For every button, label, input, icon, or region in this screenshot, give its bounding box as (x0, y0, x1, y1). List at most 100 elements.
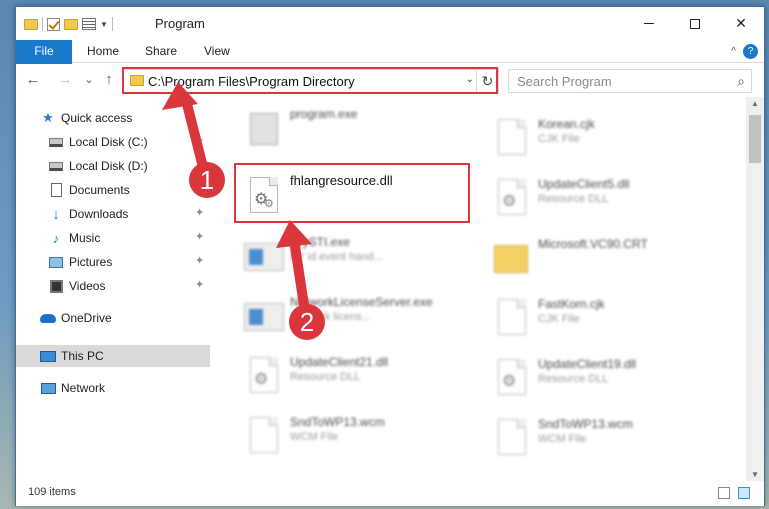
maximize-button[interactable] (672, 7, 718, 40)
pin-icon[interactable]: ✦ (195, 206, 204, 219)
details-view-icon[interactable] (718, 487, 730, 499)
dll-file-icon: ⚙ (490, 359, 528, 403)
pin-icon[interactable]: ✦ (195, 230, 204, 243)
recent-locations-button[interactable]: ⌄ (80, 71, 98, 89)
large-icons-view-icon[interactable] (738, 487, 750, 499)
sidebar-item-downloads[interactable]: ↓ Downloads ✦ (16, 203, 210, 225)
file-type: Resource DLL (538, 373, 609, 385)
file-name: UpdateClient5.dll (538, 177, 630, 191)
videos-icon (48, 278, 64, 294)
pin-icon[interactable]: ✦ (195, 254, 204, 267)
sidebar-item-label: Pictures (69, 255, 113, 269)
file-item[interactable]: SndToWP13.wcm WCM File (480, 413, 720, 473)
sidebar-item-label: Local Disk (C:) (69, 135, 148, 149)
sidebar-item-label: Downloads (69, 207, 129, 221)
app-file-icon (242, 237, 284, 281)
app-file-icon (242, 297, 284, 341)
sidebar-item-label: OneDrive (61, 311, 112, 325)
file-type: CJK File (538, 313, 580, 325)
this-pc-icon (40, 348, 56, 364)
window-title: Program (155, 16, 205, 31)
sidebar-item-label: Documents (69, 183, 130, 197)
file-item[interactable]: Microsoft.VC90.CRT (480, 233, 720, 293)
sidebar-item-pictures[interactable]: Pictures ✦ (16, 251, 210, 273)
sidebar-item-quick-access[interactable]: ★ Quick access (16, 107, 210, 129)
network-icon (40, 380, 56, 396)
title-bar: ▼ Program ✕ (16, 7, 764, 40)
customize-toolbar-icon[interactable] (82, 18, 96, 30)
file-name: Korean.cjk (538, 117, 595, 131)
file-item[interactable]: FastKorn.cjk CJK File (480, 293, 720, 353)
file-item[interactable]: ⚙ UpdateClient19.dll Resource DLL (480, 353, 720, 413)
sidebar-item-network[interactable]: Network (16, 377, 210, 399)
scroll-up-icon[interactable]: ▲ (746, 99, 764, 108)
folder-icon (24, 18, 38, 30)
sidebar-item-label: Music (69, 231, 101, 245)
tab-view[interactable]: View (204, 40, 230, 63)
downloads-icon: ↓ (52, 205, 60, 223)
sidebar-item-videos[interactable]: Videos ✦ (16, 275, 210, 297)
cjk-file-icon (490, 299, 528, 343)
minimize-button[interactable] (626, 7, 672, 40)
pictures-icon (48, 254, 64, 270)
sidebar-item-onedrive[interactable]: OneDrive (16, 307, 210, 329)
search-icon[interactable]: ⌕ (737, 73, 745, 90)
file-item[interactable]: program.exe (232, 103, 472, 163)
documents-icon (48, 182, 64, 198)
pin-icon[interactable]: ✦ (195, 182, 204, 195)
tab-share[interactable]: Share (145, 40, 177, 63)
search-box[interactable]: Search Program ⌕ (508, 69, 752, 93)
back-button[interactable]: ← (24, 71, 42, 89)
scroll-down-icon[interactable]: ▼ (746, 470, 764, 479)
sidebar-item-label: This PC (61, 349, 104, 363)
sidebar-item-local-disk-d[interactable]: Local Disk (D:) (16, 155, 210, 177)
file-name: Microsoft.VC90.CRT (538, 237, 648, 251)
pin-icon[interactable]: ✦ (195, 278, 204, 291)
file-item[interactable]: NetworkLicenseServer.exe Network licens.… (232, 291, 472, 351)
dll-file-icon: ⚙ (490, 179, 528, 223)
disk-icon (48, 134, 64, 150)
folder-icon (490, 239, 528, 283)
sidebar-item-this-pc[interactable]: This PC (16, 345, 210, 367)
file-item[interactable]: ⚙ UpdateClient21.dll Resource DLL (232, 351, 472, 411)
help-button[interactable]: ? (743, 44, 758, 59)
file-name: byySTI.exe (290, 235, 351, 249)
properties-check-icon[interactable] (47, 17, 60, 31)
file-item[interactable]: ⚙ UpdateClient5.dll Resource DLL (480, 173, 720, 233)
file-type: Resource DLL (290, 371, 361, 383)
close-button[interactable]: ✕ (718, 7, 764, 40)
sidebar-item-documents[interactable]: Documents ✦ (16, 179, 210, 201)
file-name: NetworkLicenseServer.exe (290, 295, 433, 309)
up-button[interactable]: ↑ (100, 71, 118, 89)
sidebar-item-label: Local Disk (D:) (69, 159, 148, 173)
file-name: SndToWP13.wcm (538, 417, 633, 431)
sidebar-item-local-disk-c[interactable]: Local Disk (C:) ✦ (16, 131, 210, 153)
vertical-scrollbar[interactable]: ▲ ▼ (746, 97, 764, 481)
file-name: program.exe (290, 107, 358, 121)
file-type: WCM File (290, 431, 339, 443)
scroll-thumb[interactable] (749, 115, 761, 163)
divider (111, 17, 113, 31)
address-bar-highlight (122, 67, 498, 94)
minimize-icon (644, 23, 654, 24)
pin-icon[interactable]: ✦ (195, 134, 204, 147)
chevron-up-icon[interactable]: ^ (731, 46, 736, 57)
wcm-file-icon (490, 419, 528, 463)
exe-file-icon (242, 109, 280, 153)
wcm-file-icon (242, 417, 280, 461)
file-item[interactable]: Korean.cjk CJK File (480, 113, 720, 173)
chevron-down-icon[interactable]: ▼ (100, 20, 108, 29)
search-input[interactable]: Search Program (517, 74, 612, 89)
file-list: program.exe ⚙ ⚙ fhlangresource.dll byySTI… (212, 97, 746, 481)
star-icon: ★ (42, 110, 54, 125)
sidebar-item-music[interactable]: ♪ Music ✦ (16, 227, 210, 249)
navigation-pane: ★ Quick access Local Disk (C:) ✦ Local D… (16, 97, 211, 481)
file-highlight (234, 163, 470, 223)
divider (42, 17, 43, 31)
new-folder-icon[interactable] (64, 18, 78, 30)
file-item[interactable]: byySTI.exe BY id event hand... (232, 231, 472, 291)
forward-button[interactable]: → (56, 71, 74, 89)
sidebar-item-label: Quick access (61, 111, 133, 125)
file-item[interactable]: SndToWP13.wcm WCM File (232, 411, 472, 471)
tab-home[interactable]: Home (87, 40, 119, 63)
